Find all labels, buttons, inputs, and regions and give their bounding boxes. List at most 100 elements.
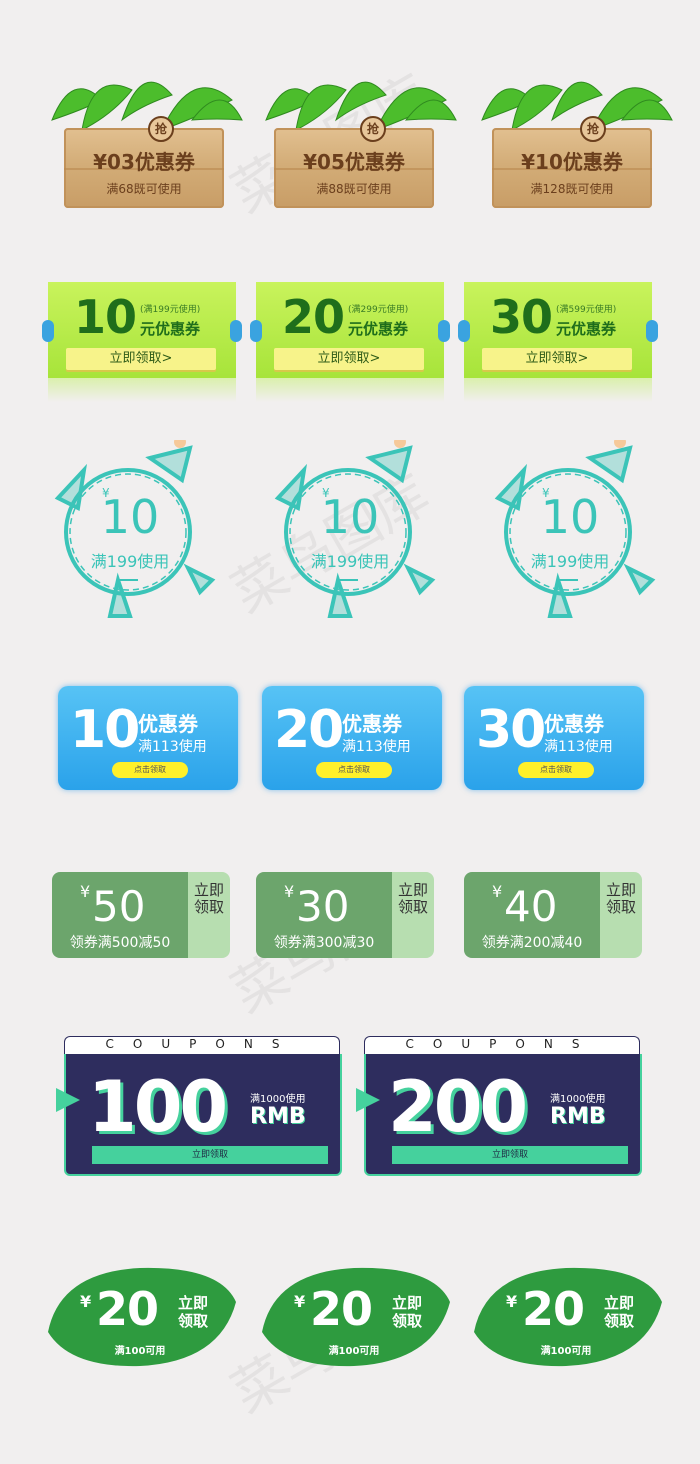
coupon-title: ¥10优惠券 bbox=[521, 150, 623, 174]
leaf-coupon[interactable]: ¥ 20 立即领取 满100可用 bbox=[254, 1262, 454, 1372]
claim-button[interactable]: 立即领取 bbox=[178, 1294, 214, 1330]
currency-symbol: ¥ bbox=[294, 1292, 306, 1311]
ticket-notch bbox=[438, 320, 450, 342]
currency-unit: RMB bbox=[250, 1104, 306, 1129]
coupon-label: 优惠券 bbox=[138, 712, 198, 736]
claim-button[interactable]: 立即领取 bbox=[392, 1146, 628, 1164]
currency-symbol: ¥ bbox=[80, 1292, 92, 1311]
currency-symbol: ¥ bbox=[492, 882, 503, 901]
coupon-condition: 满199使用 bbox=[90, 552, 170, 571]
claim-button[interactable]: 立即领取> bbox=[274, 348, 424, 370]
wood-board: ¥10优惠券 满128既可使用 bbox=[492, 128, 652, 208]
blue-coupon[interactable]: 30 优惠券 满113使用 点击领取 bbox=[464, 686, 644, 790]
coupon-condition: 领券满200减40 bbox=[481, 935, 583, 951]
wood-board: ¥03优惠券 满68既可使用 bbox=[64, 128, 224, 208]
coupon-title: ¥03优惠券 bbox=[93, 150, 195, 174]
currency-symbol: ¥ bbox=[506, 1292, 518, 1311]
claim-button[interactable]: 点击领取 bbox=[316, 762, 392, 778]
lime-coupon[interactable]: 30 (满599元使用) 元优惠券 立即领取> bbox=[458, 282, 658, 402]
ticket-notch bbox=[230, 320, 242, 342]
grab-badge: 抢 bbox=[148, 116, 174, 142]
coupon-value: 40 bbox=[504, 882, 558, 931]
coupon-condition: 满88既可使用 bbox=[316, 182, 392, 196]
coupon-condition: 满100可用 bbox=[328, 1346, 380, 1357]
pointer-icon bbox=[56, 1088, 80, 1112]
stamp-main: ¥ 40 领券满200减40 bbox=[464, 872, 600, 958]
ticket-notch bbox=[646, 320, 658, 342]
blue-coupon[interactable]: 20 优惠券 满113使用 点击领取 bbox=[262, 686, 442, 790]
coupon-value: 10 bbox=[320, 490, 380, 544]
leaf-coupon[interactable]: ¥ 20 立即领取 满100可用 bbox=[40, 1262, 240, 1372]
coupon-condition: 满100可用 bbox=[114, 1346, 166, 1357]
stamp-coupon[interactable]: ¥ 50 领券满500减50 立即领取 bbox=[52, 872, 230, 958]
coupon-condition: 满1000使用 bbox=[250, 1094, 306, 1105]
coupon-condition: 满113使用 bbox=[138, 739, 207, 755]
currency-symbol: ¥ bbox=[284, 882, 295, 901]
coupon-condition: 满113使用 bbox=[342, 739, 411, 755]
coupon-value: 10 bbox=[540, 490, 600, 544]
blue-coupon[interactable]: 10 优惠券 满113使用 点击领取 bbox=[58, 686, 238, 790]
coupon-label: 元优惠券 bbox=[140, 320, 201, 338]
stamp-coupon[interactable]: ¥ 40 领券满200减40 立即领取 bbox=[464, 872, 642, 958]
coupon-label: 优惠券 bbox=[544, 712, 604, 736]
coupon-value: 20 bbox=[310, 1282, 373, 1336]
coupon-value: 20 bbox=[96, 1282, 159, 1336]
coupon-header: COUPONS bbox=[405, 1037, 599, 1051]
claim-button[interactable]: 立即领取 bbox=[604, 1294, 640, 1330]
ticket-notch bbox=[458, 320, 470, 342]
currency-unit: RMB bbox=[550, 1104, 606, 1129]
currency-symbol: ¥ bbox=[80, 882, 91, 901]
stamp-coupon[interactable]: ¥ 30 领券满300减30 立即领取 bbox=[256, 872, 434, 958]
coupon-header: COUPONS bbox=[105, 1037, 299, 1051]
coupon-condition: (满199元使用) bbox=[140, 305, 201, 315]
claim-button[interactable]: 立即领取 bbox=[194, 882, 224, 916]
lime-coupon[interactable]: 20 (满299元使用) 元优惠券 立即领取> bbox=[250, 282, 450, 402]
reflection bbox=[48, 378, 236, 402]
coupon-value: 20 bbox=[282, 290, 345, 344]
coupon-value: 10 bbox=[74, 290, 137, 344]
coupon-condition: (满299元使用) bbox=[348, 305, 409, 315]
coupon-value: 50 bbox=[92, 882, 146, 931]
ticket-notch bbox=[42, 320, 54, 342]
coupon-value: 200 bbox=[388, 1066, 528, 1148]
clock-coupon[interactable]: ¥ 10 满199使用 bbox=[40, 440, 220, 620]
grab-badge: 抢 bbox=[360, 116, 386, 142]
coupon-value: 30 bbox=[476, 700, 546, 760]
claim-button[interactable]: 立即领取> bbox=[66, 348, 216, 370]
lime-coupon[interactable]: 10 (满199元使用) 元优惠券 立即领取> bbox=[42, 282, 242, 402]
coupon-value: 10 bbox=[70, 700, 140, 760]
navy-coupon[interactable]: COUPONS 200 满1000使用 RMB 立即领取 bbox=[356, 1036, 642, 1176]
coupon-condition: 领券满500减50 bbox=[69, 935, 171, 951]
reflection bbox=[256, 378, 444, 402]
coupon-condition: 满128既可使用 bbox=[530, 182, 614, 196]
wood-board: ¥05优惠券 满88既可使用 bbox=[274, 128, 434, 208]
coupon-condition: 满199使用 bbox=[310, 552, 390, 571]
navy-coupon[interactable]: COUPONS 100 满1000使用 RMB 立即领取 bbox=[56, 1036, 342, 1176]
pointer-icon bbox=[356, 1088, 380, 1112]
coupon-value: 20 bbox=[522, 1282, 585, 1336]
coupon-condition: 领券满300减30 bbox=[273, 935, 375, 951]
coupon-condition: 满100可用 bbox=[540, 1346, 592, 1357]
claim-button[interactable]: 点击领取 bbox=[518, 762, 594, 778]
stamp-main: ¥ 50 领券满500减50 bbox=[52, 872, 188, 958]
coupon-condition: 满199使用 bbox=[530, 552, 610, 571]
coupon-value: 30 bbox=[296, 882, 350, 931]
claim-button[interactable]: 立即领取> bbox=[482, 348, 632, 370]
coupon-condition: 满113使用 bbox=[544, 739, 613, 755]
reflection bbox=[464, 378, 652, 402]
leaf-coupon[interactable]: ¥ 20 立即领取 满100可用 bbox=[466, 1262, 666, 1372]
claim-button[interactable]: 立即领取 bbox=[606, 882, 636, 916]
coupon-condition: 满68既可使用 bbox=[106, 182, 182, 196]
claim-button[interactable]: 立即领取 bbox=[92, 1146, 328, 1164]
coupon-value: 20 bbox=[274, 700, 344, 760]
coupon-value: 30 bbox=[490, 290, 553, 344]
claim-button[interactable]: 立即领取 bbox=[398, 882, 428, 916]
claim-button[interactable]: 点击领取 bbox=[112, 762, 188, 778]
clock-coupon[interactable]: ¥ 10 满199使用 bbox=[260, 440, 440, 620]
coupon-title: ¥05优惠券 bbox=[303, 150, 405, 174]
coupon-condition: (满599元使用) bbox=[556, 305, 617, 315]
claim-button[interactable]: 立即领取 bbox=[392, 1294, 428, 1330]
stamp-main: ¥ 30 领券满300减30 bbox=[256, 872, 392, 958]
grab-badge: 抢 bbox=[580, 116, 606, 142]
clock-coupon[interactable]: ¥ 10 满199使用 bbox=[480, 440, 660, 620]
